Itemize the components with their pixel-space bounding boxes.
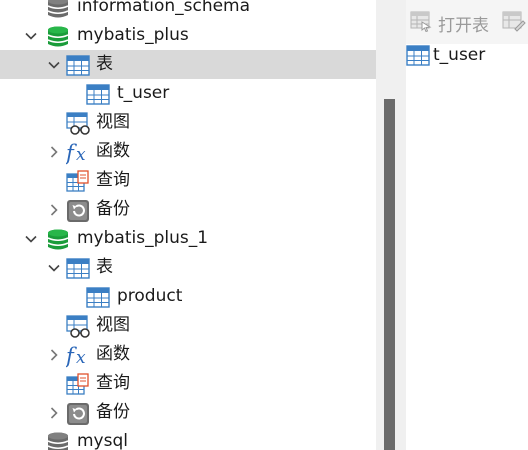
chevron-right-icon[interactable] [47,144,61,158]
tree-row-label: product [117,286,183,306]
chevron-down-icon[interactable] [47,260,61,274]
table-icon [406,44,432,72]
object-item-t_user[interactable]: t_user [406,44,516,70]
tree-row[interactable]: 查询 [0,369,376,398]
tree-row[interactable]: mysql [0,427,376,450]
tree-row[interactable]: f x 函数 [0,137,376,166]
table-icon [86,286,110,308]
open-table-button[interactable]: 打开表 [410,10,498,36]
object-item-label: t_user [433,45,486,65]
tree-row[interactable]: f x 函数 [0,340,376,369]
view-icon [66,112,90,135]
tree-row[interactable]: 表 [0,50,376,79]
table-folder-icon [66,54,90,76]
tree-row-label: mybatis_plus [77,25,189,45]
tree-row[interactable]: mybatis_plus_1 [0,224,376,253]
function-icon: fx [64,141,90,165]
tree-row-label: 函数 [96,141,130,161]
tree-row-label: 备份 [96,402,130,422]
scrollbar-thumb[interactable] [384,99,395,450]
tree-row-label: 查询 [96,170,130,190]
tree-row[interactable]: t_user [0,79,376,108]
tree-row-label: 查询 [96,373,130,393]
tree-row-label: 表 [96,54,113,74]
tree-row[interactable]: 视图 [0,108,376,137]
svg-text:x: x [76,348,86,368]
design-table-icon [502,10,526,36]
database-green-icon [46,228,70,250]
tree-row-label: 函数 [96,344,130,364]
tree-row-label: t_user [117,83,170,103]
tree-row[interactable]: mybatis_plus [0,21,376,50]
tree-row-label: 备份 [96,199,130,219]
query-icon [66,170,90,192]
chevron-right-icon[interactable] [47,405,61,419]
chevron-down-icon[interactable] [24,231,38,245]
tree-row-label: 表 [96,257,113,277]
tree-row[interactable]: 表 [0,253,376,282]
tree-row-label: 视图 [96,315,130,335]
chevron-right-icon[interactable] [47,347,61,361]
tree-row[interactable]: 备份 [0,195,376,224]
svg-text:x: x [76,145,86,165]
object-toolbar: 打开表 [406,0,528,44]
tree-row[interactable]: product [0,282,376,311]
tree-row-label: mysql [77,431,128,450]
chevron-down-icon[interactable] [47,57,61,71]
tree-row-label: 视图 [96,112,130,132]
design-table-button[interactable] [502,10,528,34]
tree-row-label: information_schema [77,0,251,16]
chevron-down-icon[interactable] [24,28,38,42]
backup-icon [66,402,90,425]
tree-row[interactable]: 视图 [0,311,376,340]
navigation-tree: information_schema mybatis_plus 表 t_user 视图 f… [0,0,376,450]
tree-row[interactable]: 查询 [0,166,376,195]
chevron-right-icon[interactable] [47,202,61,216]
table-folder-icon [66,257,90,279]
tree-row-label: mybatis_plus_1 [77,228,209,248]
function-icon: fx [64,344,90,368]
database-green-icon [46,25,70,47]
database-gray-icon [46,0,70,18]
open-table-label: 打开表 [438,16,489,36]
query-icon [66,373,90,395]
table-icon [86,83,110,105]
database-gray-icon [46,431,70,450]
tree-row[interactable]: 备份 [0,398,376,427]
view-icon [66,315,90,338]
open-table-icon [410,10,432,36]
backup-icon [66,199,90,222]
tree-row[interactable]: information_schema [0,0,376,21]
